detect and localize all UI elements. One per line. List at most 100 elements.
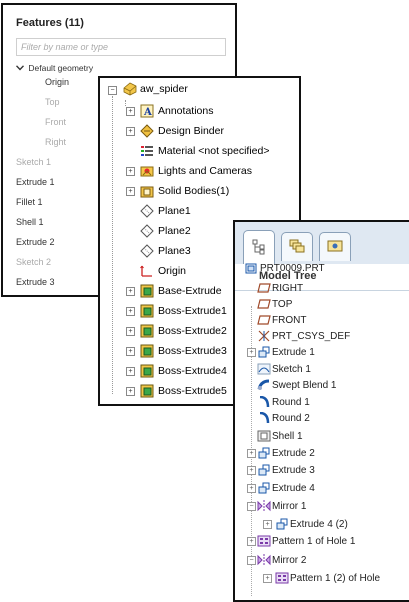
model-tree-item-label: PRT_CSYS_DEF bbox=[272, 330, 351, 342]
collapse-toggle[interactable]: − bbox=[247, 502, 256, 511]
part-icon bbox=[245, 262, 257, 274]
model-tree-item-label: Round 1 bbox=[272, 396, 310, 408]
feature-item[interactable]: Top bbox=[45, 97, 60, 107]
tree-item[interactable]: Boss-Extrude5 bbox=[140, 381, 227, 401]
expand-toggle[interactable]: + bbox=[247, 449, 256, 458]
tree-item[interactable]: Base-Extrude bbox=[140, 281, 222, 301]
pattern-icon bbox=[275, 572, 289, 584]
tree-item-label: Annotations bbox=[158, 105, 214, 117]
model-tree-item-label: PRT0009.PRT bbox=[260, 262, 325, 274]
layers-tab-icon[interactable] bbox=[281, 232, 313, 261]
model-tree-item[interactable]: Sketch 1 bbox=[257, 361, 311, 377]
tree-item-label: Origin bbox=[158, 265, 187, 277]
model-tree-item[interactable]: Extrude 3 bbox=[257, 462, 315, 478]
tree-item[interactable]: Plane3 bbox=[140, 241, 191, 261]
tree-item[interactable]: A Annotations bbox=[140, 101, 213, 121]
expand-toggle[interactable]: + bbox=[126, 167, 135, 176]
model-tree-item[interactable]: PRT0009.PRT bbox=[245, 260, 325, 276]
model-tree-item[interactable]: Pattern 1 of Hole 1 bbox=[257, 533, 355, 549]
model-tree-item[interactable]: Round 2 bbox=[257, 410, 310, 426]
model-tree-item[interactable]: Shell 1 bbox=[257, 428, 303, 444]
model-tree-item[interactable]: Extrude 4 (2) bbox=[275, 516, 348, 532]
expand-toggle[interactable]: + bbox=[247, 484, 256, 493]
feature-item[interactable]: Front bbox=[45, 117, 66, 127]
expand-toggle[interactable]: + bbox=[126, 187, 135, 196]
tree-item[interactable]: Boss-Extrude2 bbox=[140, 321, 227, 341]
tree-item[interactable]: Boss-Extrude4 bbox=[140, 361, 227, 381]
tree-item[interactable]: Boss-Extrude3 bbox=[140, 341, 227, 361]
model-tree-item-label: Extrude 4 bbox=[272, 482, 315, 494]
feature-item[interactable]: Shell 1 bbox=[16, 217, 44, 227]
extrude-icon bbox=[257, 346, 270, 358]
expand-toggle[interactable]: + bbox=[263, 574, 272, 583]
expand-toggle[interactable]: + bbox=[126, 107, 135, 116]
feature-item[interactable]: Extrude 3 bbox=[16, 277, 55, 287]
model-tree-item[interactable]: TOP bbox=[257, 296, 292, 312]
feature-item[interactable]: Fillet 1 bbox=[16, 197, 43, 207]
tree-item[interactable]: Origin bbox=[140, 261, 186, 281]
model-tree-item-label: Pattern 1 of Hole 1 bbox=[272, 535, 356, 547]
tree-item[interactable]: Material <not specified> bbox=[140, 141, 269, 161]
extrude-icon bbox=[257, 447, 270, 459]
tree-item[interactable]: Lights and Cameras bbox=[140, 161, 252, 181]
model-tree-item[interactable]: Mirror 2 bbox=[257, 552, 306, 568]
model-tree-item-label: Swept Blend 1 bbox=[272, 379, 337, 391]
feature-item[interactable]: Right bbox=[45, 137, 66, 147]
feature-item[interactable]: Sketch 1 bbox=[16, 157, 51, 167]
lights-icon bbox=[140, 164, 154, 178]
favorites-tab-icon[interactable] bbox=[319, 232, 351, 261]
round-icon bbox=[257, 395, 270, 408]
tree-item-label: Design Binder bbox=[158, 125, 224, 137]
tab-bar bbox=[235, 222, 409, 265]
model-tree-item[interactable]: Round 1 bbox=[257, 394, 310, 410]
tree-item[interactable]: Boss-Extrude1 bbox=[140, 301, 227, 321]
material-icon bbox=[140, 144, 154, 158]
expand-toggle[interactable]: + bbox=[126, 287, 135, 296]
tree-item-label: Plane2 bbox=[158, 225, 191, 237]
model-tree-item-label: TOP bbox=[272, 298, 293, 310]
expand-toggle[interactable]: + bbox=[126, 367, 135, 376]
collapse-toggle[interactable]: − bbox=[247, 556, 256, 565]
shell-icon bbox=[257, 430, 271, 442]
expand-toggle[interactable]: + bbox=[263, 520, 272, 529]
default-geometry-group[interactable]: Default geometry bbox=[15, 63, 94, 73]
expand-toggle[interactable]: + bbox=[247, 537, 256, 546]
feature-item[interactable]: Extrude 1 bbox=[16, 177, 55, 187]
chevron-down-icon[interactable] bbox=[15, 63, 26, 73]
model-tree-item[interactable]: Pattern 1 (2) of Hole bbox=[275, 570, 380, 586]
tree-item[interactable]: Solid Bodies(1) bbox=[140, 181, 229, 201]
feature-item[interactable]: Sketch 2 bbox=[16, 257, 51, 267]
expand-toggle[interactable]: + bbox=[247, 348, 256, 357]
expand-toggle[interactable]: + bbox=[126, 307, 135, 316]
extrude-icon bbox=[140, 304, 154, 318]
expand-toggle[interactable]: + bbox=[126, 387, 135, 396]
default-geometry-label: Default geometry bbox=[28, 63, 94, 73]
model-tree-item[interactable]: Extrude 1 bbox=[257, 344, 315, 360]
tree-root[interactable]: aw_spider bbox=[122, 79, 188, 99]
expand-toggle[interactable]: + bbox=[126, 327, 135, 336]
model-tree-item[interactable]: RIGHT bbox=[257, 280, 303, 296]
feature-item[interactable]: Origin bbox=[45, 77, 69, 87]
feature-filter-input[interactable]: Filter by name or type bbox=[16, 38, 226, 56]
origin-icon bbox=[140, 264, 154, 278]
model-tree-item[interactable]: Extrude 2 bbox=[257, 445, 315, 461]
model-tree-item[interactable]: Extrude 4 bbox=[257, 480, 315, 496]
model-tree-item[interactable]: Mirror 1 bbox=[257, 498, 306, 514]
collapse-toggle[interactable]: − bbox=[108, 86, 117, 95]
extrude-icon bbox=[140, 324, 154, 338]
feature-item[interactable]: Extrude 2 bbox=[16, 237, 55, 247]
tree-item[interactable]: Plane2 bbox=[140, 221, 191, 241]
tree-item-label: Solid Bodies(1) bbox=[158, 185, 230, 197]
expand-toggle[interactable]: + bbox=[126, 127, 135, 136]
tree-item[interactable]: Plane1 bbox=[140, 201, 191, 221]
datum-plane-icon bbox=[257, 314, 271, 326]
tree-item[interactable]: Design Binder bbox=[140, 121, 224, 141]
part-icon bbox=[122, 82, 137, 96]
expand-toggle[interactable]: + bbox=[247, 466, 256, 475]
model-tree-item[interactable]: FRONT bbox=[257, 312, 306, 328]
model-tree-item[interactable]: Swept Blend 1 bbox=[257, 377, 337, 393]
model-tree-item[interactable]: PRT_CSYS_DEF bbox=[257, 328, 350, 344]
expand-toggle[interactable]: + bbox=[126, 347, 135, 356]
tree-item-label: Boss-Extrude3 bbox=[158, 345, 227, 357]
tree-item-label: Boss-Extrude1 bbox=[158, 305, 227, 317]
